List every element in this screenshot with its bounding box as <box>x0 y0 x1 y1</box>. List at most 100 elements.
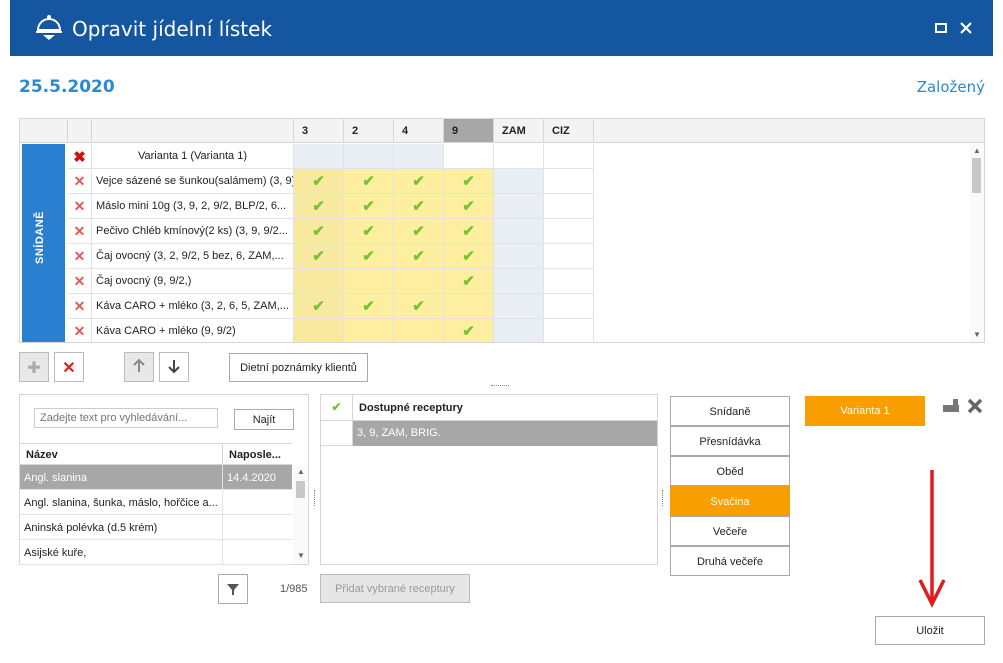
delete-row-icon[interactable]: ✕ <box>68 319 92 342</box>
delete-row-icon[interactable]: ✕ <box>68 169 92 194</box>
dish-name[interactable]: Káva CARO + mléko (9, 9/2) <box>92 319 294 342</box>
vertical-scrollbar[interactable]: ▲ ▼ <box>293 465 308 563</box>
dish-name[interactable]: Čaj ovocný (3, 2, 9/2, 5 bez, 6, ZAM,... <box>92 244 294 269</box>
variant-row-label[interactable]: Varianta 1 (Varianta 1) <box>92 144 294 169</box>
assign-cell[interactable]: ✔ <box>394 169 444 194</box>
dish-name[interactable]: Vejce sázené se šunkou(salámem) (3, 9) <box>92 169 294 194</box>
dish-name[interactable]: Čaj ovocný (9, 9/2,) <box>92 269 294 294</box>
remove-variant-icon[interactable] <box>966 397 984 418</box>
meal-button[interactable]: Snídaně <box>670 396 790 426</box>
assign-cell[interactable] <box>444 144 494 169</box>
assign-cell[interactable] <box>394 269 444 294</box>
assign-cell[interactable]: ✔ <box>294 194 344 219</box>
assign-cell[interactable] <box>544 169 594 194</box>
recipe-row[interactable]: 3, 9, ZAM, BRIG. <box>321 421 657 446</box>
assign-cell[interactable]: ✔ <box>394 194 444 219</box>
assign-cell[interactable]: ✔ <box>444 319 494 342</box>
delete-row-icon[interactable]: ✕ <box>68 194 92 219</box>
check-all-icon[interactable]: ✔ <box>321 395 353 421</box>
assign-cell[interactable] <box>544 144 594 169</box>
assign-cell[interactable] <box>494 269 544 294</box>
add-button[interactable]: ✚ <box>19 352 49 382</box>
move-down-button[interactable] <box>159 352 189 382</box>
list-item[interactable]: Angl. slanina, šunka, máslo, hořčice a..… <box>20 490 292 515</box>
assign-cell[interactable]: ✔ <box>394 294 444 319</box>
assign-cell[interactable]: ✔ <box>344 194 394 219</box>
assign-cell[interactable]: ✔ <box>444 169 494 194</box>
assign-cell[interactable]: ✔ <box>394 244 444 269</box>
assign-cell[interactable] <box>494 244 544 269</box>
save-button[interactable]: Uložit <box>875 616 985 645</box>
assign-cell[interactable]: ✔ <box>444 219 494 244</box>
assign-cell[interactable]: ✔ <box>294 219 344 244</box>
assign-cell[interactable]: ✔ <box>444 244 494 269</box>
assign-cell[interactable] <box>394 319 444 342</box>
add-recipes-button[interactable]: Přidat vybrané receptury <box>320 574 470 603</box>
assign-cell[interactable]: ✔ <box>444 269 494 294</box>
meal-button[interactable]: Přesnídávka <box>670 426 790 456</box>
row-checkbox[interactable] <box>321 421 353 446</box>
dish-name[interactable]: Máslo mini 10g (3, 9, 2, 9/2, BLP/2, 6..… <box>92 194 294 219</box>
splitter-handle[interactable] <box>491 385 509 386</box>
rename-icon[interactable] <box>942 398 960 417</box>
assign-cell[interactable] <box>544 244 594 269</box>
assign-cell[interactable] <box>544 219 594 244</box>
splitter-handle[interactable] <box>314 490 315 506</box>
find-button[interactable]: Najít <box>234 409 294 430</box>
delete-row-icon[interactable]: ✕ <box>68 244 92 269</box>
list-item[interactable]: Asijské kuře, <box>20 540 292 565</box>
close-icon[interactable] <box>958 20 974 36</box>
assign-cell[interactable] <box>344 319 394 342</box>
assign-cell[interactable]: ✔ <box>344 169 394 194</box>
assign-cell[interactable] <box>444 294 494 319</box>
meal-button[interactable]: Oběd <box>670 456 790 486</box>
assign-cell[interactable] <box>544 319 594 342</box>
assign-cell[interactable] <box>494 194 544 219</box>
vertical-scrollbar[interactable]: ▲ ▼ <box>970 144 984 342</box>
column-header[interactable]: CIZ <box>544 119 594 143</box>
list-item[interactable]: Aninská polévka (d.5 krém) <box>20 515 292 540</box>
assign-cell[interactable] <box>544 294 594 319</box>
column-header[interactable]: 3 <box>294 119 344 143</box>
assign-cell[interactable]: ✔ <box>344 294 394 319</box>
delete-row-icon[interactable]: ✕ <box>68 269 92 294</box>
delete-row-icon[interactable]: ✖ <box>68 144 92 169</box>
move-up-button[interactable] <box>124 352 154 382</box>
column-header[interactable]: 9 <box>444 119 494 143</box>
assign-cell[interactable] <box>294 144 344 169</box>
assign-cell[interactable] <box>544 269 594 294</box>
meal-button[interactable]: Večeře <box>670 516 790 546</box>
assign-cell[interactable] <box>494 144 544 169</box>
dish-name[interactable]: Pečivo Chléb kmínový(2 ks) (3, 9, 9/2... <box>92 219 294 244</box>
assign-cell[interactable] <box>544 194 594 219</box>
column-header[interactable]: 2 <box>344 119 394 143</box>
maximize-icon[interactable] <box>933 20 949 36</box>
assign-cell[interactable] <box>494 219 544 244</box>
assign-cell[interactable]: ✔ <box>344 219 394 244</box>
dish-name[interactable]: Káva CARO + mléko (3, 2, 6, 5, ZAM,... <box>92 294 294 319</box>
assign-cell[interactable]: ✔ <box>344 244 394 269</box>
assign-cell[interactable] <box>494 294 544 319</box>
delete-row-icon[interactable]: ✕ <box>68 219 92 244</box>
delete-row-icon[interactable]: ✕ <box>68 294 92 319</box>
splitter-handle[interactable] <box>662 490 663 506</box>
filter-button[interactable] <box>218 574 248 604</box>
assign-cell[interactable]: ✔ <box>294 294 344 319</box>
search-input[interactable] <box>34 408 218 428</box>
delete-button[interactable]: ✕ <box>54 352 84 382</box>
list-item[interactable]: Angl. slanina 14.4.2020 <box>20 465 292 490</box>
assign-cell[interactable] <box>294 269 344 294</box>
assign-cell[interactable] <box>344 269 394 294</box>
variant-button[interactable]: Varianta 1 <box>805 396 925 426</box>
assign-cell[interactable]: ✔ <box>444 194 494 219</box>
diet-notes-button[interactable]: Dietní poznámky klientů <box>229 353 368 382</box>
meal-button[interactable]: Druhá večeře <box>670 546 790 576</box>
assign-cell[interactable] <box>344 144 394 169</box>
column-header[interactable]: 4 <box>394 119 444 143</box>
assign-cell[interactable]: ✔ <box>394 219 444 244</box>
column-header[interactable]: ZAM <box>494 119 544 143</box>
assign-cell[interactable] <box>494 169 544 194</box>
assign-cell[interactable]: ✔ <box>294 169 344 194</box>
assign-cell[interactable] <box>394 144 444 169</box>
assign-cell[interactable] <box>294 319 344 342</box>
